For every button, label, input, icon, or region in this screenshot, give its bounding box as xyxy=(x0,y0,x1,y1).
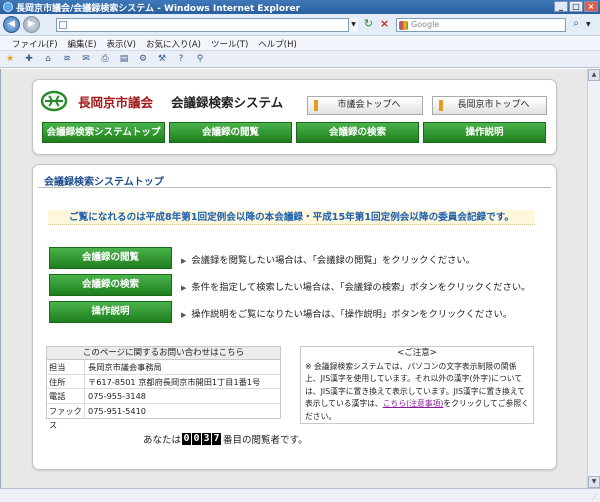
tab-system-top[interactable]: 会議録検索システムトップ xyxy=(42,122,165,143)
scroll-down-icon[interactable]: ▼ xyxy=(588,476,600,488)
caution-box: <ご注意> ※ 会議録検索システムでは、パソコンの文字表示制限の関係上、JIS漢… xyxy=(300,346,534,424)
contact-row: 住所 〒617-8501 京都府長岡京市開田1丁目1番1号 xyxy=(47,374,280,389)
scroll-up-icon[interactable]: ▲ xyxy=(588,69,600,81)
contact-key: 住所 xyxy=(47,374,85,388)
contact-key: 電話 xyxy=(47,389,85,403)
counter-prefix: あなたは xyxy=(143,435,182,446)
favorites-star-icon[interactable]: ★ xyxy=(4,54,16,65)
caution-body: ※ 会議録検索システムでは、パソコンの文字表示制限の関係上、JIS漢字を使用して… xyxy=(301,360,533,424)
menu-edit[interactable]: 編集(E) xyxy=(68,38,97,50)
counter-digits: 0 0 3 7 xyxy=(182,433,222,445)
tools-icon[interactable]: ⚒ xyxy=(156,54,168,65)
counter-digit: 0 xyxy=(192,433,202,445)
menu-bar: ファイル(F) 編集(E) 表示(V) お気に入り(A) ツール(T) ヘルプ(… xyxy=(0,37,600,51)
caution-notes-link[interactable]: こちら(注意事項) xyxy=(383,399,444,408)
browse-button[interactable]: 会議録の閲覧 xyxy=(49,247,172,269)
contact-value: 長岡京市議会事務局 xyxy=(88,362,162,372)
system-name: 会議録検索システム xyxy=(171,95,284,110)
counter-digit: 3 xyxy=(202,433,212,445)
help-description-text: 操作説明をご覧になりたい場合は、「操作説明」ボタンをクリックください。 xyxy=(191,309,513,320)
site-header xyxy=(32,79,557,155)
contact-value: 075-951-5410 xyxy=(88,405,147,416)
safety-icon[interactable]: ⚙ xyxy=(137,54,149,65)
city-top-link[interactable]: 長岡京市トップへ xyxy=(432,96,547,115)
bullet-arrow-icon: ▶ xyxy=(181,311,187,319)
contact-value: 〒617-8501 京都府長岡京市開田1丁目1番1号 xyxy=(88,376,261,387)
contact-heading: このページに関するお問い合わせはこちら xyxy=(47,347,280,360)
search-button[interactable]: 会議録の検索 xyxy=(49,274,172,296)
feeds-icon[interactable]: ≋ xyxy=(61,54,73,65)
menu-tools[interactable]: ツール(T) xyxy=(211,38,248,50)
mail-icon[interactable]: ✉ xyxy=(80,54,92,65)
counter-suffix: 番目の閲覧者です。 xyxy=(223,435,308,446)
maximize-icon[interactable]: □ xyxy=(569,1,583,12)
search-description: ▶ 条件を指定して検索したい場合は、「会議録の検索」ボタンをクリックください。 xyxy=(181,279,530,293)
ie-icon xyxy=(3,2,13,12)
window-titlebar: 長岡京市議会/会議録検索システム - Windows Internet Expl… xyxy=(0,0,600,14)
research-icon[interactable]: ⚲ xyxy=(194,54,206,65)
contact-key: 担当 xyxy=(47,360,85,374)
window-title: 長岡京市議会/会議録検索システム - Windows Internet Expl… xyxy=(16,3,301,14)
vertical-scrollbar[interactable]: ▲ ▼ xyxy=(587,69,600,488)
url-input[interactable] xyxy=(56,18,356,32)
url-dropdown-icon[interactable]: ▼ xyxy=(348,18,358,32)
gikai-top-link[interactable]: 市議会トップへ xyxy=(307,96,423,115)
stop-icon[interactable]: × xyxy=(377,18,392,32)
contact-row: 担当 長岡京市議会事務局 xyxy=(47,360,280,375)
page-icon xyxy=(59,21,67,29)
back-icon[interactable]: ◀ xyxy=(3,16,20,33)
close-icon[interactable]: × xyxy=(584,1,598,12)
search-placeholder: Google xyxy=(411,20,440,29)
city-logo-icon xyxy=(40,90,68,112)
menu-favorites[interactable]: お気に入り(A) xyxy=(146,38,201,50)
tab-browse[interactable]: 会議録の閲覧 xyxy=(169,122,292,143)
menu-file[interactable]: ファイル(F) xyxy=(12,38,58,50)
print-icon[interactable]: ⎙ xyxy=(99,54,111,65)
resize-grip-icon[interactable]: ⋰ xyxy=(591,493,598,501)
visitor-counter: あなたは 0 0 3 7 番目の閲覧者です。 xyxy=(143,432,308,446)
contact-value: 075-955-3148 xyxy=(88,391,147,401)
contact-row: 電話 075-955-3148 xyxy=(47,389,280,404)
search-input[interactable]: Google xyxy=(396,18,566,32)
counter-digit: 0 xyxy=(182,433,192,445)
menu-help[interactable]: ヘルプ(H) xyxy=(258,38,297,50)
help-icon[interactable]: ? xyxy=(175,54,187,65)
page-menu-icon[interactable]: ▤ xyxy=(118,54,130,65)
window-controls: _ □ × xyxy=(554,1,598,12)
favorites-add-icon[interactable]: ✚ xyxy=(23,54,35,65)
bullet-arrow-icon: ▶ xyxy=(181,257,187,265)
tab-search[interactable]: 会議録の検索 xyxy=(296,122,419,143)
forward-icon[interactable]: ▶ xyxy=(23,16,40,33)
bullet-arrow-icon: ▶ xyxy=(181,284,187,292)
counter-digit: 7 xyxy=(212,433,222,445)
search-dropdown-icon[interactable]: ▼ xyxy=(586,18,596,32)
coverage-notice: ご覧になれるのは平成8年第1回定例会以降の本会議録・平成15年第1回定例会以降の… xyxy=(48,210,535,225)
search-description-text: 条件を指定して検索したい場合は、「会議録の検索」ボタンをクリックください。 xyxy=(191,282,531,293)
address-bar: ◀ ▶ ▼ ↻ × Google ⌕ ▼ xyxy=(0,14,600,36)
help-button[interactable]: 操作説明 xyxy=(49,301,172,323)
command-toolbar: ★ ✚ ⌂ ≋ ✉ ⎙ ▤ ⚙ ⚒ ? ⚲ xyxy=(0,51,600,68)
contact-row: ファックス 075-951-5410 xyxy=(47,403,280,430)
browse-description: ▶ 会議録を閲覧したい場合は、「会議録の閲覧」をクリックください。 xyxy=(181,252,475,266)
search-icon[interactable]: ⌕ xyxy=(568,18,584,32)
tab-help[interactable]: 操作説明 xyxy=(423,122,546,143)
page-title: 会議録検索システムトップ xyxy=(44,177,164,188)
menu-view[interactable]: 表示(V) xyxy=(107,38,136,50)
google-icon xyxy=(399,21,408,30)
home-icon[interactable]: ⌂ xyxy=(42,54,54,65)
title-divider xyxy=(38,187,551,188)
contact-key: ファックス xyxy=(47,403,85,430)
browse-description-text: 会議録を閲覧したい場合は、「会議録の閲覧」をクリックください。 xyxy=(191,255,475,266)
refresh-icon[interactable]: ↻ xyxy=(361,18,376,32)
site-name: 長岡京市議会 xyxy=(78,95,154,110)
caution-heading: <ご注意> xyxy=(397,348,437,358)
status-bar: ⋰ xyxy=(0,488,600,502)
contact-table: このページに関するお問い合わせはこちら 担当 長岡京市議会事務局 住所 〒617… xyxy=(46,346,281,430)
minimize-icon[interactable]: _ xyxy=(554,1,568,12)
help-description: ▶ 操作説明をご覧になりたい場合は、「操作説明」ボタンをクリックください。 xyxy=(181,306,512,320)
